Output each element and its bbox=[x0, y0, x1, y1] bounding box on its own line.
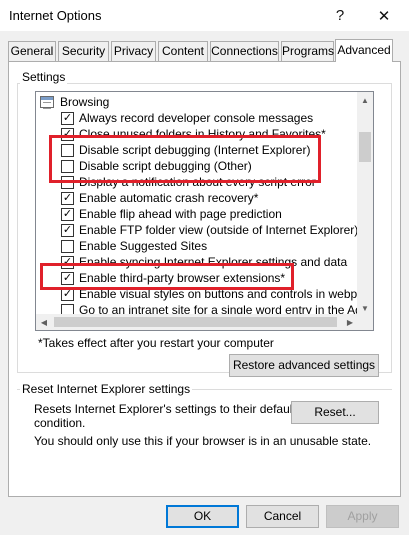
horizontal-scrollbar[interactable]: ◀ ▶ bbox=[36, 314, 358, 330]
close-button[interactable]: ✕ bbox=[362, 0, 406, 31]
reset-button[interactable]: Reset... bbox=[291, 401, 379, 424]
cancel-button[interactable]: Cancel bbox=[246, 505, 319, 528]
setting-label: Enable FTP folder view (outside of Inter… bbox=[79, 223, 358, 237]
apply-button[interactable]: Apply bbox=[326, 505, 399, 528]
vertical-scrollbar[interactable]: ▲ ▼ bbox=[357, 92, 373, 316]
highlight-box-script-debugging bbox=[49, 135, 321, 183]
tab-advanced[interactable]: Advanced bbox=[335, 39, 393, 62]
vertical-scroll-thumb[interactable] bbox=[359, 132, 371, 162]
setting-label: Always record developer console messages bbox=[79, 111, 314, 125]
tab-content[interactable]: Content bbox=[158, 41, 208, 61]
scroll-up-icon[interactable]: ▲ bbox=[357, 92, 373, 108]
settings-tree[interactable]: Browsing ✓ Always record developer conso… bbox=[35, 91, 374, 331]
window-title: Internet Options bbox=[9, 8, 102, 23]
checkbox[interactable]: ✓ bbox=[61, 208, 74, 221]
help-button[interactable]: ? bbox=[318, 0, 362, 31]
help-icon: ? bbox=[335, 7, 345, 24]
scroll-right-icon[interactable]: ▶ bbox=[342, 314, 358, 330]
settings-group-label: Settings bbox=[20, 70, 68, 84]
close-icon: ✕ bbox=[377, 7, 391, 25]
tab-programs[interactable]: Programs bbox=[281, 41, 334, 61]
reset-warning: You should only use this if your browser… bbox=[34, 434, 372, 448]
restart-note: *Takes effect after you restart your com… bbox=[38, 336, 274, 350]
setting-label: Enable flip ahead with page prediction bbox=[79, 207, 282, 221]
reset-group-label: Reset Internet Explorer settings bbox=[20, 382, 193, 396]
category-label: Browsing bbox=[60, 95, 110, 109]
checkbox[interactable]: ✓ bbox=[61, 224, 74, 237]
tab-general[interactable]: General bbox=[8, 41, 56, 61]
ok-button[interactable]: OK bbox=[166, 505, 239, 528]
checkbox[interactable]: ✓ bbox=[61, 192, 74, 205]
reset-description-line2: condition. bbox=[34, 416, 86, 430]
horizontal-scroll-thumb[interactable] bbox=[54, 317, 337, 327]
tab-privacy[interactable]: Privacy bbox=[111, 41, 156, 61]
setting-label: Enable Suggested Sites bbox=[79, 239, 208, 253]
scrollbar-corner bbox=[357, 314, 373, 330]
checkbox[interactable] bbox=[61, 240, 74, 253]
scroll-left-icon[interactable]: ◀ bbox=[36, 314, 52, 330]
browsing-category-icon bbox=[40, 96, 54, 109]
tab-security[interactable]: Security bbox=[58, 41, 109, 61]
tab-strip: General Security Privacy Content Connect… bbox=[8, 39, 401, 62]
reset-description-line1: Resets Internet Explorer's settings to t… bbox=[34, 402, 296, 416]
setting-label: Enable automatic crash recovery* bbox=[79, 191, 259, 205]
checkbox[interactable]: ✓ bbox=[61, 112, 74, 125]
title-bar: Internet Options ? ✕ bbox=[0, 0, 409, 31]
tab-connections[interactable]: Connections bbox=[210, 41, 279, 61]
restore-advanced-settings-button[interactable]: Restore advanced settings bbox=[229, 354, 379, 377]
highlight-box-third-party-extensions bbox=[40, 263, 294, 290]
